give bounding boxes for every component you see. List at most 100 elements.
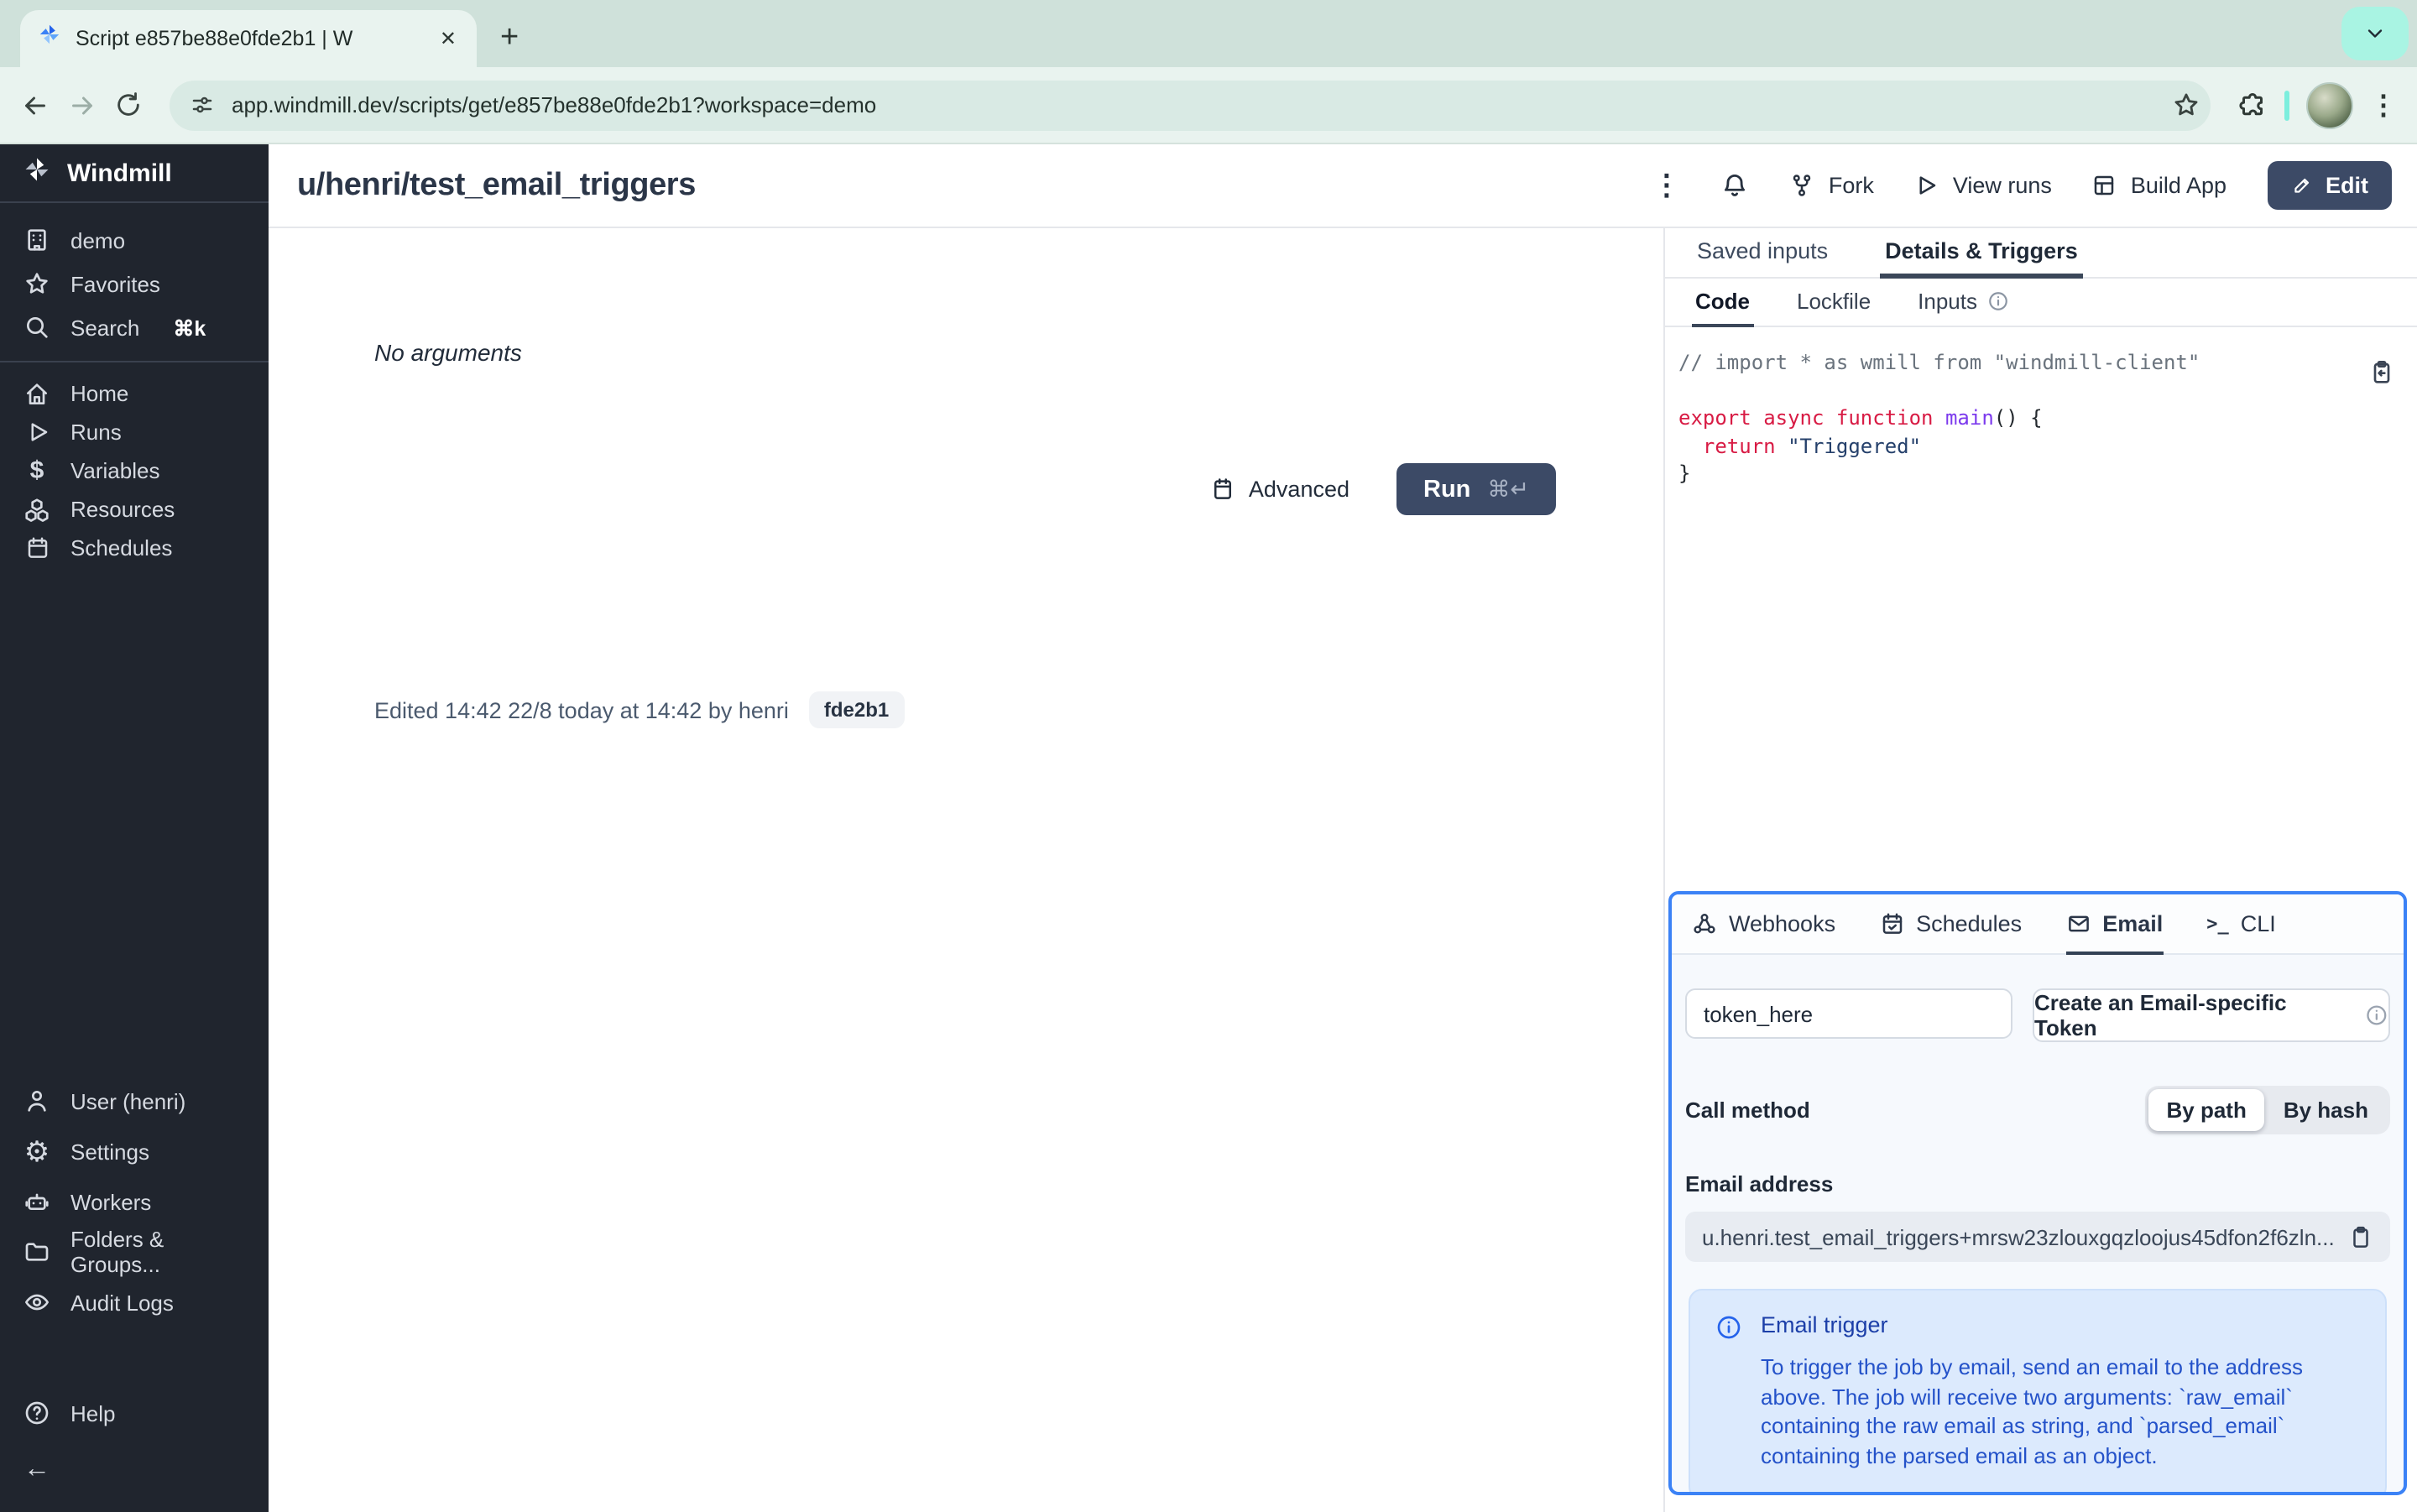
back-icon[interactable] — [20, 90, 50, 120]
subtab-code[interactable]: Code — [1692, 279, 1753, 327]
subtab-lockfile[interactable]: Lockfile — [1793, 279, 1874, 327]
browser-avatar[interactable] — [2306, 81, 2353, 128]
webhooks-label: Webhooks — [1729, 910, 1836, 936]
browser-tab[interactable]: Script e857be88e0fde2b1 | W ✕ — [20, 10, 477, 67]
settings-label: Settings — [70, 1139, 149, 1164]
new-tab-button[interactable]: + — [500, 22, 519, 54]
sidebar-item-settings[interactable]: ⚙ Settings — [0, 1126, 269, 1176]
tab-close-icon[interactable]: ✕ — [436, 27, 460, 50]
run-button[interactable]: Run ⌘↵ — [1396, 463, 1556, 515]
user-icon — [23, 1087, 50, 1114]
bookmark-star-icon[interactable] — [2172, 91, 2200, 119]
gear-icon: ⚙ — [23, 1135, 50, 1167]
collapse-sidebar-button[interactable]: ← — [0, 1445, 269, 1495]
build-app-button[interactable]: Build App — [2092, 173, 2226, 198]
workspace-label: demo — [70, 227, 126, 253]
edit-button[interactable]: Edit — [2267, 161, 2392, 210]
sidebar-item-audit-logs[interactable]: Audit Logs — [0, 1277, 269, 1327]
sidebar-item-folders-groups[interactable]: Folders & Groups... — [0, 1227, 269, 1277]
folder-icon — [23, 1238, 50, 1265]
view-runs-button[interactable]: View runs — [1914, 173, 2052, 198]
clipboard-icon[interactable] — [2348, 1224, 2373, 1249]
variables-label: Variables — [70, 458, 160, 483]
profile-divider — [2284, 90, 2289, 120]
more-options-icon[interactable]: ⋮ — [1652, 169, 1681, 202]
bell-icon[interactable] — [1721, 171, 1750, 200]
terminal-icon: >_ — [2206, 912, 2229, 934]
eye-icon — [23, 1289, 50, 1316]
advanced-label: Advanced — [1248, 477, 1349, 502]
webhook-icon — [1694, 913, 1715, 933]
email-address-field[interactable]: u.henri.test_email_triggers+mrsw23zlouxg… — [1685, 1212, 2390, 1262]
subtab-inputs[interactable]: Inputs — [1914, 279, 2012, 327]
run-label: Run — [1423, 476, 1471, 503]
favorites-label: Favorites — [70, 271, 160, 296]
page-title: u/henri/test_email_triggers — [297, 167, 696, 202]
sidebar-logo[interactable]: Windmill — [0, 144, 269, 203]
sidebar-item-help[interactable]: Help — [0, 1388, 269, 1438]
extensions-puzzle-icon[interactable] — [2237, 90, 2268, 120]
sidebar-item-variables[interactable]: $ Variables — [0, 451, 269, 490]
by-path-option[interactable]: By path — [2148, 1089, 2265, 1131]
tab-schedules[interactable]: Schedules — [1879, 894, 2022, 955]
windmill-app: Windmill demo Favorites Search ⌘k Home R… — [0, 144, 2417, 1512]
run-shortcut: ⌘↵ — [1487, 476, 1529, 501]
sidebar-item-search[interactable]: Search ⌘k — [0, 305, 269, 349]
sidebar-group-main: Home Runs $ Variables Resources Schedule… — [0, 374, 269, 567]
sidebar-item-workers[interactable]: Workers — [0, 1176, 269, 1227]
create-email-token-label: Create an Email-specific Token — [2034, 990, 2287, 1040]
run-preview-panel: No arguments Advanced Run ⌘↵ Edited 14:4… — [269, 228, 1663, 1512]
tab-email[interactable]: Email — [2065, 894, 2164, 955]
help-label: Help — [70, 1400, 116, 1426]
create-email-token-button[interactable]: Create an Email-specific Token — [2033, 988, 2390, 1042]
call-method-row: Call method By path By hash — [1685, 1086, 2390, 1134]
sidebar: Windmill demo Favorites Search ⌘k Home R… — [0, 144, 269, 1512]
play-icon — [23, 419, 50, 446]
home-icon — [23, 380, 50, 407]
fork-button[interactable]: Fork — [1790, 173, 1874, 198]
header-actions: ⋮ Fork View runs Build App Edit — [1652, 161, 2392, 210]
sidebar-item-home[interactable]: Home — [0, 374, 269, 413]
sidebar-item-resources[interactable]: Resources — [0, 490, 269, 529]
clipboard-copy-icon — [2373, 361, 2390, 383]
boxes-icon — [23, 496, 50, 523]
sidebar-item-runs[interactable]: Runs — [0, 413, 269, 451]
edited-info: Edited 14:42 22/8 today at 14:42 by henr… — [374, 691, 905, 728]
call-method-label: Call method — [1685, 1098, 1810, 1123]
by-hash-option[interactable]: By hash — [2265, 1089, 2387, 1131]
tab-details-triggers[interactable]: Details & Triggers — [1880, 228, 2083, 279]
url-bar[interactable]: app.windmill.dev/scripts/get/e857be88e0f… — [170, 80, 2211, 130]
infobox-content: Email trigger To trigger the job by emai… — [1761, 1312, 2360, 1470]
cli-tab-label: CLI — [2240, 910, 2276, 936]
page-header: u/henri/test_email_triggers ⋮ Fork View … — [269, 144, 2417, 228]
folders-groups-label: Folders & Groups... — [70, 1227, 164, 1277]
sidebar-item-workspace[interactable]: demo — [0, 218, 269, 262]
forward-icon[interactable] — [67, 90, 97, 120]
tab-cli[interactable]: >_ CLI — [2206, 894, 2276, 955]
tab-search-button[interactable] — [2341, 7, 2409, 60]
tab-saved-inputs[interactable]: Saved inputs — [1692, 228, 1833, 279]
workers-label: Workers — [70, 1189, 152, 1214]
code-keyword: async — [1763, 406, 1824, 430]
code-block[interactable]: // import * as wmill from "windmill-clie… — [1678, 349, 2400, 487]
code-keyword: return — [1702, 434, 1776, 457]
sidebar-item-schedules[interactable]: Schedules — [0, 529, 269, 567]
version-badge[interactable]: fde2b1 — [808, 691, 905, 728]
copy-code-button[interactable] — [2368, 359, 2395, 386]
sidebar-divider — [0, 361, 269, 362]
site-info-icon[interactable] — [190, 92, 215, 117]
windmill-logo-icon — [22, 154, 52, 192]
code-comment: // import * as wmill from "windmill-clie… — [1678, 351, 2200, 374]
browser-menu-icon[interactable]: ⋮ — [2370, 88, 2397, 122]
tab-webhooks[interactable]: Webhooks — [1692, 894, 1835, 955]
search-shortcut: ⌘k — [173, 316, 206, 340]
token-input[interactable]: token_here — [1685, 988, 2012, 1039]
content-area: u/henri/test_email_triggers ⋮ Fork View … — [269, 144, 2417, 1512]
sidebar-item-user[interactable]: User (henri) — [0, 1076, 269, 1126]
sidebar-item-favorites[interactable]: Favorites — [0, 262, 269, 305]
email-address-label: Email address — [1685, 1171, 1834, 1197]
advanced-button[interactable]: Advanced — [1210, 477, 1349, 502]
infobox-body: To trigger the job by email, send an ema… — [1761, 1354, 2304, 1468]
email-tab-label: Email — [2102, 910, 2164, 936]
reload-icon[interactable] — [114, 91, 143, 119]
